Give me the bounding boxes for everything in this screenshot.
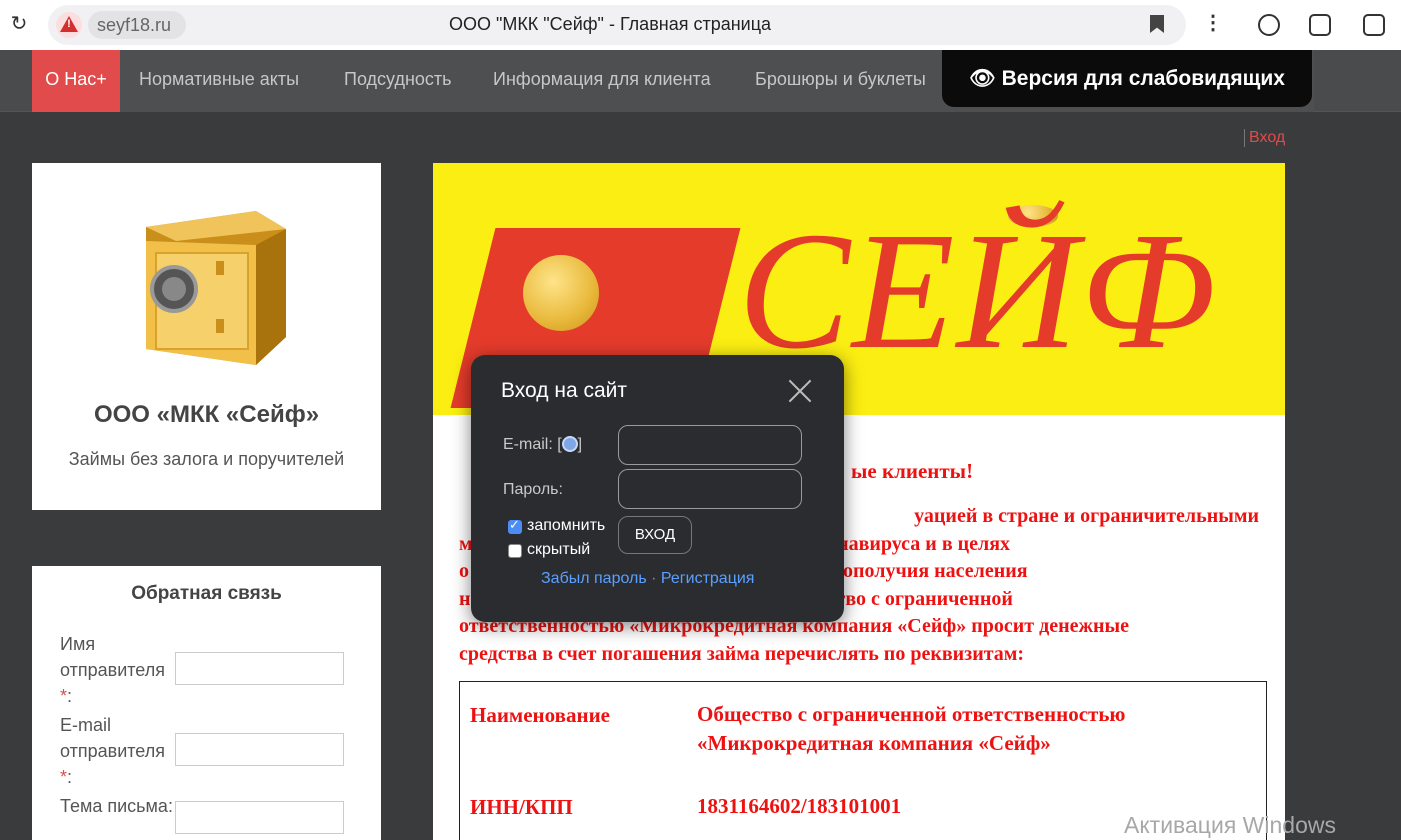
label-colon: :	[67, 767, 73, 787]
password-field[interactable]	[618, 469, 802, 509]
email-label-text: E-mail: [	[503, 436, 562, 453]
remember-label: запомнить	[527, 517, 606, 534]
nav-item-jurisdiction[interactable]: Подсудность	[344, 50, 452, 108]
header-login-link[interactable]: Вход	[1244, 129, 1285, 147]
accessibility-version-button[interactable]: 👁 Версия для слабовидящих	[942, 50, 1312, 107]
nav-item-normative-acts[interactable]: Нормативные акты	[139, 50, 299, 108]
eye-icon: 👁	[969, 67, 996, 90]
browser-toolbar: ↻ ! seyf18.ru ООО "МКК "Сейф" - Главная …	[0, 0, 1401, 50]
windows-activation-watermark: Активация Windows	[1124, 812, 1336, 838]
notice-heading: ые клиенты!	[851, 459, 974, 483]
accessibility-version-label: Версия для слабовидящих	[1001, 67, 1285, 90]
register-link[interactable]: Регистрация	[661, 570, 755, 587]
hidden-label: скрытый	[527, 541, 591, 558]
requisite-label: ИНН/КПП	[470, 795, 573, 819]
notice-line: средства в счет погашения займа перечисл…	[459, 642, 1025, 665]
more-menu-icon[interactable]: ⋮	[1203, 13, 1223, 33]
sender-name-input[interactable]	[175, 652, 344, 685]
url-domain[interactable]: seyf18.ru	[88, 11, 186, 39]
feedback-card: Обратная связь Имя отправителя *: E-mail …	[32, 566, 381, 840]
nav-item-client-info[interactable]: Информация для клиента	[493, 50, 711, 108]
required-mark: *	[60, 686, 68, 706]
nav-item-brochures[interactable]: Брошюры и буклеты	[755, 50, 926, 108]
subject-label: Тема письма:	[60, 796, 173, 816]
close-icon[interactable]	[785, 375, 815, 405]
screenshot-icon[interactable]	[1309, 14, 1331, 36]
brand-card: ООО «МКК «Сейф» Займы без залога и поруч…	[32, 163, 381, 510]
info-icon[interactable]	[561, 436, 578, 452]
login-modal-title: Вход на сайт	[501, 379, 627, 402]
email-label-end: ]	[577, 436, 583, 453]
link-separator: ·	[651, 570, 657, 587]
email-label: E-mail: []	[503, 436, 582, 454]
company-name: ООО «МКК «Сейф»	[93, 401, 320, 428]
password-label: Пароль:	[503, 481, 563, 498]
coin-icon	[523, 255, 599, 331]
page-title: ООО "МКК "Сейф" - Главная страница	[448, 14, 772, 34]
subject-input[interactable]	[175, 801, 344, 834]
warning-glyph: !	[67, 18, 71, 30]
requisite-label: Наименование	[470, 703, 610, 727]
required-mark: *	[60, 767, 68, 787]
label-colon: :	[67, 686, 73, 706]
media-play-icon[interactable]	[1258, 14, 1280, 36]
nav-expand-icon: +	[96, 69, 107, 89]
hidden-checkbox[interactable]	[508, 544, 522, 558]
nav-item-about-label: О Нас	[45, 69, 97, 89]
login-submit-button[interactable]: ВХОД	[618, 516, 692, 554]
requisite-value: Общество с ограниченной ответственностью…	[697, 702, 1126, 755]
security-warning-icon[interactable]: !	[56, 12, 82, 38]
sender-email-label-text: E-mail отправителя	[60, 715, 165, 761]
sender-email-input[interactable]	[175, 733, 344, 766]
login-modal: Вход на сайт E-mail: [] Пароль: запомнит…	[471, 355, 844, 622]
extensions-icon[interactable]	[1363, 14, 1385, 36]
nav-item-about[interactable]: О Нас+	[32, 50, 120, 112]
logo-text: СЕЙФ	[738, 198, 1218, 384]
safe-icon	[146, 211, 286, 365]
sender-name-label: Имя отправителя *:	[60, 631, 180, 709]
sender-email-label: E-mail отправителя *:	[60, 712, 180, 790]
feedback-title: Обратная связь	[131, 583, 282, 604]
forgot-password-link[interactable]: Забыл пароль	[541, 570, 647, 587]
email-field[interactable]	[618, 425, 802, 465]
sender-name-label-text: Имя отправителя	[60, 634, 165, 680]
remember-checkbox[interactable]	[508, 517, 522, 534]
company-tagline: Займы без залога и поручителей	[68, 449, 345, 469]
reload-icon[interactable]: ↻	[8, 13, 30, 35]
login-links: Забыл пароль · Регистрация	[541, 570, 754, 588]
